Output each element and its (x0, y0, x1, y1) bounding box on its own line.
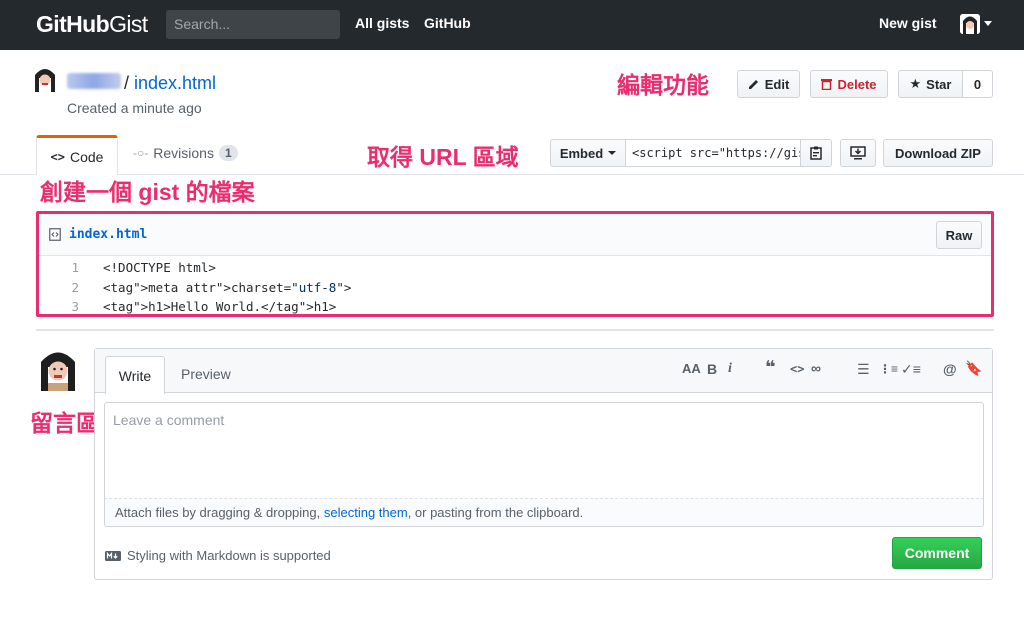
file-code-icon (49, 228, 61, 241)
created-time: Created a minute ago (67, 100, 202, 116)
code-line: 1 <!DOCTYPE html> (39, 260, 991, 280)
star-count[interactable]: 0 (963, 70, 993, 98)
clipboard-icon (810, 146, 822, 160)
tab-write[interactable]: Write (105, 356, 165, 394)
markdown-icon (105, 550, 121, 561)
markdown-support-note[interactable]: Styling with Markdown is supported (105, 548, 331, 563)
chevron-down-icon (608, 151, 617, 155)
code-text: <tag">h1>Hello World.</tag">h1> (103, 299, 337, 314)
star-icon: ★ (909, 76, 922, 91)
avatar-icon (960, 14, 980, 34)
annotation-comment-area: 留言區 (30, 410, 99, 436)
pencil-icon (748, 80, 758, 89)
title-separator: / (124, 73, 130, 93)
embed-select-button[interactable]: Embed (550, 139, 626, 167)
annotation-url-area: 取得 URL 區域 (367, 144, 519, 170)
annotation-create-file: 創建一個 gist 的檔案 (40, 179, 255, 205)
code-line: 2 <tag">meta attr">charset="utf-8"> (39, 280, 991, 300)
raw-button[interactable]: Raw (936, 221, 982, 249)
code-text: <tag">meta attr">charset="utf-8"> (103, 280, 352, 295)
tab-preview[interactable]: Preview (181, 366, 231, 382)
github-gist-logo[interactable]: GitHubGist (36, 11, 148, 38)
user-menu-caret-icon[interactable] (984, 21, 992, 26)
code-icon[interactable]: <> (790, 362, 804, 376)
comment-textarea[interactable]: Leave a comment (104, 402, 984, 499)
owner-username-blurred[interactable] (67, 73, 121, 89)
code-line: 3 <tag">h1>Hello World.</tag">h1> (39, 299, 991, 319)
commit-icon: -○- (133, 146, 149, 160)
file-name-link[interactable]: index.html (69, 227, 147, 242)
embed-url-input[interactable]: <script src="https://gist.github.com/ (626, 139, 802, 167)
quote-icon[interactable]: ❝ (765, 357, 776, 378)
delete-button[interactable]: Delete (810, 70, 888, 98)
mention-icon[interactable]: @ (943, 361, 957, 377)
edit-button[interactable]: Edit (737, 70, 800, 98)
search-input[interactable]: Search... (166, 10, 340, 39)
comment-submit-button[interactable]: Comment (892, 537, 982, 569)
comment-toolbar: Write Preview AA B i ❝ <> ∞ ☰ ⋮≡ ✓≡ @ 🔖 (95, 349, 992, 394)
download-desktop-button[interactable] (840, 139, 876, 167)
attach-files-bar[interactable]: Attach files by dragging & dropping, sel… (104, 499, 984, 527)
trash-icon (821, 79, 833, 90)
file-box: index.html Raw 1 <!DOCTYPE html> 2 <tag"… (36, 211, 994, 317)
bold-icon[interactable]: B (707, 361, 717, 377)
nav-github-link[interactable]: GitHub (424, 15, 471, 31)
text-size-icon[interactable]: AA (682, 361, 701, 376)
desktop-download-icon (850, 146, 866, 160)
code-text: <!DOCTYPE html> (103, 260, 216, 275)
owner-avatar[interactable] (32, 66, 58, 92)
top-navigation-bar: GitHubGist Search... All gists GitHub Ne… (0, 0, 1024, 50)
copy-clipboard-button[interactable] (800, 139, 832, 167)
avatar-icon (32, 66, 58, 92)
annotation-edit-feature: 編輯功能 (617, 72, 709, 98)
bulleted-list-icon[interactable]: ☰ (857, 361, 870, 378)
link-icon[interactable]: ∞ (811, 360, 821, 376)
gist-title-link[interactable]: index.html (134, 73, 216, 94)
revisions-count-badge: 1 (218, 145, 238, 161)
commenter-avatar[interactable] (36, 347, 80, 391)
tab-code[interactable]: <> Code (36, 135, 118, 175)
user-avatar-menu[interactable] (960, 14, 980, 34)
comment-form: Write Preview AA B i ❝ <> ∞ ☰ ⋮≡ ✓≡ @ 🔖 … (94, 348, 993, 580)
avatar-icon (36, 347, 80, 391)
italic-icon[interactable]: i (728, 361, 732, 377)
code-icon: <> (50, 149, 65, 164)
new-gist-link[interactable]: New gist (879, 15, 937, 31)
section-divider (36, 329, 994, 331)
line-number[interactable]: 2 (39, 280, 79, 295)
line-number[interactable]: 1 (39, 260, 79, 275)
file-header: index.html Raw (39, 214, 991, 256)
star-button[interactable]: ★ Star (898, 70, 963, 98)
task-list-icon[interactable]: ✓≡ (901, 361, 921, 378)
download-zip-button[interactable]: Download ZIP (883, 139, 993, 167)
select-files-link[interactable]: selecting them (324, 505, 408, 520)
numbered-list-icon[interactable]: ⋮≡ (879, 362, 898, 376)
nav-all-gists-link[interactable]: All gists (355, 15, 409, 31)
tab-revisions[interactable]: -○- Revisions 1 (133, 145, 238, 161)
line-number[interactable]: 3 (39, 299, 79, 314)
saved-reply-icon[interactable]: 🔖 (965, 360, 982, 377)
